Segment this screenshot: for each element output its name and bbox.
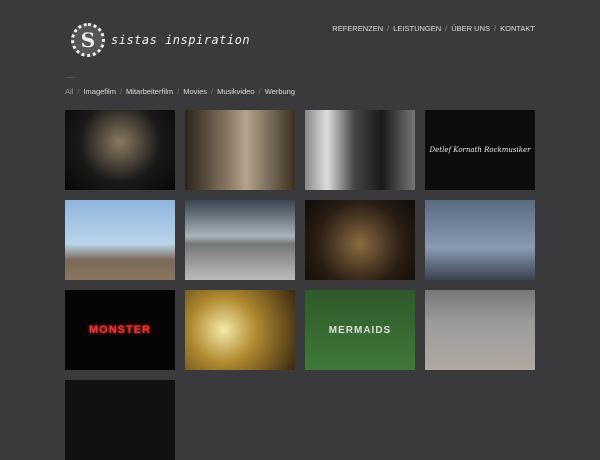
nav-ueber-uns[interactable]: ÜBER UNS bbox=[451, 24, 490, 33]
portfolio-thumbnail[interactable] bbox=[185, 290, 295, 370]
nav-separator: / bbox=[494, 24, 497, 33]
portfolio-thumbnail[interactable] bbox=[425, 200, 535, 280]
portfolio-thumbnail[interactable]: Detlef Kornath Rockmusiker bbox=[425, 110, 535, 190]
portfolio-thumbnail[interactable] bbox=[65, 380, 175, 460]
portfolio-thumbnail[interactable] bbox=[65, 200, 175, 280]
filter-separator: / bbox=[119, 87, 123, 96]
portfolio-thumbnail[interactable]: MERMAIDS bbox=[305, 290, 415, 370]
thumbnail-caption: MERMAIDS bbox=[328, 324, 392, 336]
nav-separator: / bbox=[387, 24, 390, 33]
portfolio-thumbnail[interactable] bbox=[185, 200, 295, 280]
filter-all[interactable]: All bbox=[65, 87, 73, 96]
filter-werbung[interactable]: Werbung bbox=[265, 87, 295, 96]
nav-kontakt[interactable]: KONTAKT bbox=[500, 24, 535, 33]
nav-separator: / bbox=[445, 24, 448, 33]
nav-leistungen[interactable]: LEISTUNGEN bbox=[393, 24, 441, 33]
portfolio-thumbnail[interactable]: MONSTER bbox=[65, 290, 175, 370]
logo-text: sistas inspiration bbox=[111, 33, 251, 47]
logo-seal: S bbox=[71, 23, 105, 57]
portfolio-thumbnail[interactable] bbox=[305, 200, 415, 280]
portfolio-thumbnail[interactable] bbox=[425, 290, 535, 370]
nav-referenzen[interactable]: REFERENZEN bbox=[332, 24, 383, 33]
main-nav: REFERENZEN / LEISTUNGEN / ÜBER UNS / KONTAK… bbox=[332, 24, 535, 33]
filter-mitarbeiterfilm[interactable]: Mitarbeiterfilm bbox=[126, 87, 173, 96]
divider bbox=[65, 77, 75, 78]
filter-separator: / bbox=[77, 87, 80, 96]
logo[interactable]: S sistas inspiration bbox=[71, 23, 250, 57]
thumbnail-caption: Detlef Kornath Rockmusiker bbox=[429, 146, 531, 154]
portfolio-thumbnail[interactable] bbox=[65, 110, 175, 190]
filter-musikvideo[interactable]: Musikvideo bbox=[217, 87, 255, 96]
filter-separator: / bbox=[258, 87, 261, 96]
portfolio-thumbnail[interactable] bbox=[185, 110, 295, 190]
filter-separator: / bbox=[211, 87, 214, 96]
filter-separator: / bbox=[177, 87, 180, 96]
filter-movies[interactable]: Movies bbox=[183, 87, 207, 96]
filter-imagefilm[interactable]: Imagefilm bbox=[83, 87, 116, 96]
category-filter: All / Imagefilm / Mitarbeiterfilm / Movies /… bbox=[65, 87, 295, 96]
portfolio-grid: Detlef Kornath Rockmusiker MONSTER MERMA… bbox=[65, 110, 535, 460]
thumbnail-caption: MONSTER bbox=[89, 324, 151, 336]
portfolio-thumbnail[interactable] bbox=[305, 110, 415, 190]
